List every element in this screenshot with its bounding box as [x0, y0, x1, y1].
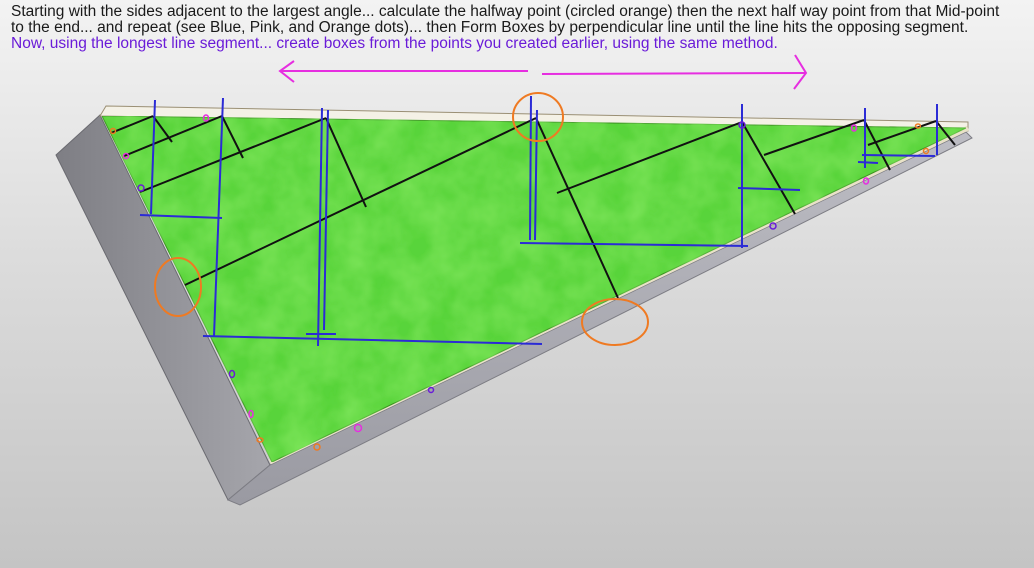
- arrow-right-head: [793, 54, 808, 90]
- triangle-panel-diagram: [55, 54, 973, 506]
- arrow-right: [541, 72, 807, 75]
- magenta-direction-arrows: [278, 54, 808, 90]
